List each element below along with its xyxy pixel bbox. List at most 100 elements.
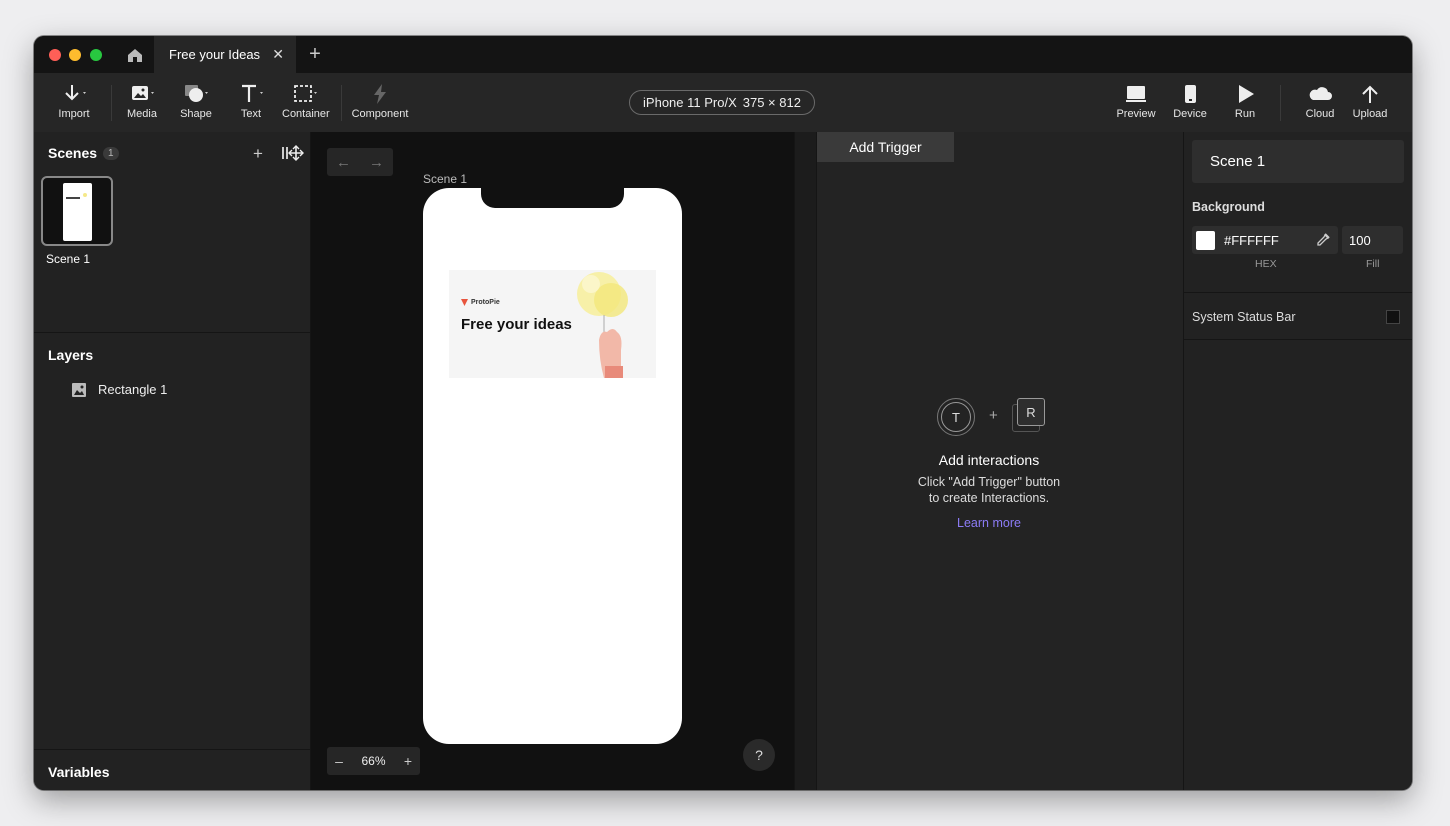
zoom-in-button[interactable]: + bbox=[396, 753, 420, 769]
next-scene-arrow-icon[interactable]: → bbox=[360, 148, 393, 176]
hex-caption: HEX bbox=[1255, 258, 1277, 270]
empty-state-title: Add interactions bbox=[938, 452, 1040, 468]
canvas-side-strip bbox=[794, 132, 816, 790]
left-panel: Scenes 1 + Scene 1 Layers Rectangle 1 Va… bbox=[34, 132, 311, 790]
cloud-label: Cloud bbox=[1305, 108, 1335, 120]
banner-headline: Free your ideas bbox=[461, 316, 572, 333]
response-icon: R bbox=[1012, 398, 1046, 432]
preview-icon bbox=[1126, 86, 1146, 102]
upload-label: Upload bbox=[1352, 108, 1388, 120]
properties-panel: Scene 1 Background #FFFFFF 100 HEX Fill … bbox=[1183, 132, 1412, 790]
add-scene-icon[interactable]: + bbox=[253, 144, 263, 164]
scene-navigation: ← → bbox=[327, 148, 393, 176]
text-icon bbox=[242, 84, 263, 102]
layer-label: Rectangle 1 bbox=[98, 382, 168, 397]
fill-opacity-field[interactable]: 100 bbox=[1342, 226, 1403, 254]
text-button[interactable]: Text bbox=[234, 83, 268, 120]
scene-item-label[interactable]: Scene 1 bbox=[46, 252, 90, 266]
minimize-window-button[interactable] bbox=[69, 49, 81, 61]
app-window: Free your Ideas ✕ + Import Media Shape T… bbox=[34, 36, 1412, 790]
empty-state-line: Click "Add Trigger" button bbox=[917, 475, 1061, 489]
media-label: Media bbox=[127, 108, 157, 120]
new-tab-icon[interactable]: + bbox=[306, 44, 324, 64]
previous-scene-arrow-icon[interactable]: ← bbox=[327, 148, 360, 176]
scenes-header: Scenes 1 bbox=[48, 145, 119, 161]
variables-title[interactable]: Variables bbox=[48, 764, 110, 780]
toolbar-divider bbox=[341, 85, 342, 121]
learn-more-link[interactable]: Learn more bbox=[817, 516, 1161, 530]
scenes-title: Scenes bbox=[48, 145, 98, 161]
device-button[interactable]: Device bbox=[1172, 83, 1208, 120]
cloud-button[interactable]: Cloud bbox=[1302, 83, 1338, 120]
banner-brand-text: ProtoPie bbox=[471, 299, 500, 306]
shape-label: Shape bbox=[180, 108, 212, 120]
media-icon bbox=[132, 86, 154, 100]
preview-label: Preview bbox=[1116, 108, 1156, 120]
shape-button[interactable]: Shape bbox=[179, 83, 213, 120]
system-status-bar-label: System Status Bar bbox=[1192, 310, 1296, 324]
media-button[interactable]: Media bbox=[124, 83, 160, 120]
close-window-button[interactable] bbox=[49, 49, 61, 61]
eyedropper-icon[interactable] bbox=[1316, 233, 1330, 247]
panel-divider bbox=[1184, 339, 1412, 340]
device-name: iPhone 11 Pro/X bbox=[643, 95, 737, 110]
home-icon[interactable] bbox=[126, 46, 144, 64]
component-label: Component bbox=[351, 108, 409, 120]
shape-icon bbox=[185, 85, 208, 102]
canvas[interactable]: ← → Scene 1 ProtoPie Free your ideas – 6… bbox=[311, 132, 794, 790]
zoom-window-button[interactable] bbox=[90, 49, 102, 61]
device-size: 375 × 812 bbox=[742, 95, 801, 110]
background-label: Background bbox=[1192, 200, 1265, 214]
phone-notch bbox=[481, 188, 624, 208]
import-button[interactable]: Import bbox=[54, 83, 94, 120]
fill-caption: Fill bbox=[1366, 258, 1380, 270]
panel-divider bbox=[34, 332, 310, 333]
container-icon bbox=[294, 85, 317, 102]
empty-interactions-state: T + R Add interactions Click "Add Trigge… bbox=[817, 396, 1161, 530]
interaction-illustration: T + R bbox=[817, 396, 1161, 440]
empty-state-description: Click "Add Trigger" button to create Int… bbox=[817, 474, 1161, 506]
document-tab[interactable]: Free your Ideas ✕ bbox=[154, 36, 296, 73]
trigger-glyph: T bbox=[941, 402, 971, 432]
container-button[interactable]: Container bbox=[282, 83, 330, 120]
help-button[interactable]: ? bbox=[743, 739, 775, 771]
panel-divider bbox=[1184, 292, 1412, 293]
add-trigger-button[interactable]: Add Trigger bbox=[817, 132, 954, 162]
layers-title: Layers bbox=[48, 347, 94, 363]
phone-icon bbox=[1185, 85, 1196, 103]
device-label: Device bbox=[1173, 108, 1207, 120]
import-label: Import bbox=[58, 108, 90, 120]
device-selector[interactable]: iPhone 11 Pro/X 375 × 812 bbox=[629, 90, 815, 115]
zoom-control: – 66% + bbox=[327, 747, 420, 775]
cloud-icon bbox=[1309, 87, 1332, 100]
panel-divider bbox=[34, 749, 310, 750]
hex-value: #FFFFFF bbox=[1224, 232, 1279, 248]
scene-name-field[interactable]: Scene 1 bbox=[1192, 140, 1404, 183]
zoom-level[interactable]: 66% bbox=[351, 754, 396, 768]
tab-title: Free your Ideas bbox=[169, 47, 261, 62]
upload-icon bbox=[1362, 85, 1378, 103]
text-label: Text bbox=[240, 108, 262, 120]
canvas-scene-label: Scene 1 bbox=[423, 172, 468, 186]
upload-button[interactable]: Upload bbox=[1350, 83, 1390, 120]
play-icon bbox=[1239, 85, 1254, 103]
run-button[interactable]: Run bbox=[1227, 83, 1263, 120]
banner-brand: ProtoPie bbox=[461, 299, 500, 306]
protopie-logo-icon bbox=[461, 299, 468, 306]
zoom-out-button[interactable]: – bbox=[327, 753, 351, 769]
empty-state-line: to create Interactions. bbox=[928, 491, 1050, 505]
preview-button[interactable]: Preview bbox=[1114, 83, 1158, 120]
trigger-icon: T bbox=[937, 398, 975, 436]
rectangle-1-image[interactable]: ProtoPie Free your ideas bbox=[449, 270, 656, 378]
phone-frame[interactable]: ProtoPie Free your ideas bbox=[423, 188, 682, 744]
scene-thumbnail[interactable] bbox=[41, 176, 113, 246]
component-button[interactable]: Component bbox=[350, 83, 410, 120]
color-swatch[interactable] bbox=[1196, 230, 1215, 250]
tab-close-icon[interactable]: ✕ bbox=[272, 46, 284, 63]
system-status-bar-checkbox[interactable] bbox=[1386, 310, 1400, 324]
title-bar: Free your Ideas ✕ + bbox=[34, 36, 1412, 73]
layer-item[interactable]: Rectangle 1 bbox=[72, 382, 167, 397]
hex-color-field[interactable]: #FFFFFF bbox=[1192, 226, 1338, 254]
scene-thumbnail-preview bbox=[63, 183, 92, 241]
scene-view-toggle-icon[interactable] bbox=[280, 145, 304, 166]
